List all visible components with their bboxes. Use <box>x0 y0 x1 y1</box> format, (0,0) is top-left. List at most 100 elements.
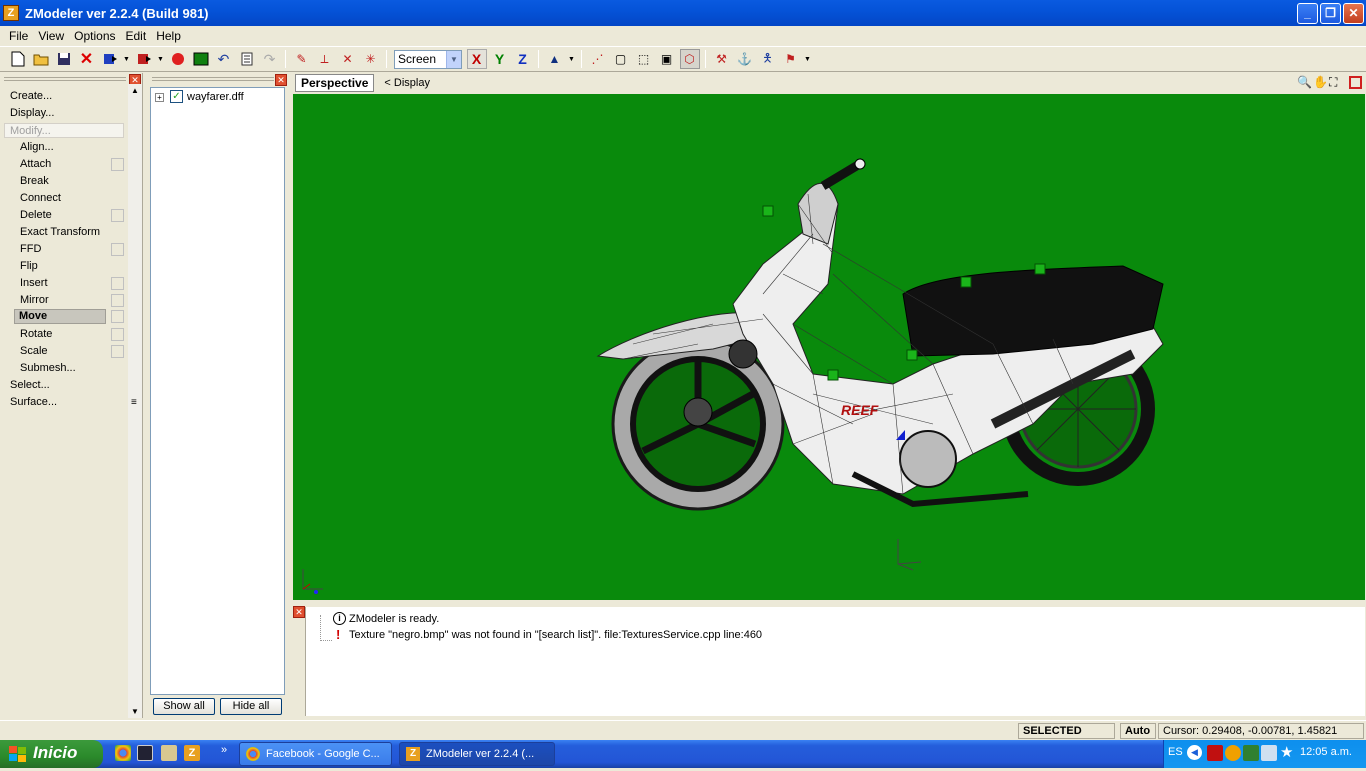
skeleton-icon[interactable]: ⚓ <box>735 49 755 69</box>
surface-command[interactable]: Surface... <box>0 394 128 411</box>
redo-icon[interactable]: ↷ <box>260 49 280 69</box>
start-button[interactable]: Inicio <box>0 740 103 768</box>
create-command[interactable]: Create... <box>0 88 128 105</box>
3d-viewport[interactable]: REEF <box>293 94 1365 600</box>
coordinate-space-select[interactable]: Screen ▼ <box>394 49 462 69</box>
command-panel-scrollbar[interactable]: ▲ ≡ ▼ <box>128 84 142 718</box>
log-output[interactable]: i ZModeler is ready. ! Texture "negro.bm… <box>305 607 1365 716</box>
save-icon[interactable] <box>54 49 74 69</box>
select-vertex-icon[interactable]: ⋰ <box>588 49 608 69</box>
language-indicator[interactable]: ES <box>1168 746 1183 758</box>
tree-item-file[interactable]: wayfarer.dff <box>187 91 244 103</box>
dropdown-arrow-icon[interactable]: ▼ <box>123 49 131 69</box>
option-checkbox[interactable] <box>111 328 124 341</box>
maximize-button[interactable]: ❐ <box>1320 3 1341 24</box>
star-tray-icon[interactable]: ★ <box>1280 743 1293 761</box>
axis-cross-icon[interactable]: ✕ <box>338 49 358 69</box>
render-icon[interactable] <box>191 49 211 69</box>
display-command[interactable]: Display... <box>0 105 128 122</box>
option-checkbox[interactable] <box>111 277 124 290</box>
zoom-extents-icon[interactable]: ⛶ <box>1329 75 1337 90</box>
dropdown-arrow-icon[interactable]: ▼ <box>804 49 812 69</box>
title-bar[interactable]: Z ZModeler ver 2.2.4 (Build 981) _ ❐ ✕ <box>0 0 1366 26</box>
axis-star-icon[interactable]: ✳ <box>361 49 381 69</box>
axis-gizmo-icon[interactable]: ⟂ <box>315 49 335 69</box>
option-checkbox[interactable] <box>111 209 124 222</box>
bones-icon[interactable]: ⚒ <box>712 49 732 69</box>
figure-icon[interactable]: 🯅 <box>758 49 778 69</box>
option-checkbox[interactable] <box>111 310 124 323</box>
connect-command[interactable]: Connect <box>0 190 128 207</box>
zmodeler-quicklaunch-icon[interactable]: Z <box>184 745 200 761</box>
display-link[interactable]: < Display <box>384 77 430 89</box>
axis-y-toggle[interactable]: Y <box>490 49 510 69</box>
select-object-icon[interactable]: ⬚ <box>634 49 654 69</box>
helpers-icon[interactable]: ⚑ <box>781 49 801 69</box>
menu-help[interactable]: Help <box>151 29 186 43</box>
menu-edit[interactable]: Edit <box>121 29 152 43</box>
option-checkbox[interactable] <box>111 243 124 256</box>
scroll-thumb[interactable]: ≡ <box>131 397 137 408</box>
auto-indicator[interactable]: Auto <box>1120 723 1156 739</box>
attach-command[interactable]: Attach <box>0 156 128 173</box>
close-icon[interactable]: ✕ <box>275 74 287 86</box>
quicklaunch-more-icon[interactable]: » <box>221 744 227 756</box>
pdf-tray-icon[interactable] <box>1207 745 1223 761</box>
update-tray-icon[interactable] <box>1225 745 1241 761</box>
select-brush-icon[interactable]: ✎ <box>292 49 312 69</box>
dropdown-arrow-icon[interactable]: ▼ <box>157 49 165 69</box>
visibility-checkbox[interactable]: ✓ <box>170 90 183 103</box>
minimize-button[interactable]: _ <box>1297 3 1318 24</box>
delete-icon[interactable]: ✕ <box>77 49 97 69</box>
hide-all-button[interactable]: Hide all <box>220 698 282 715</box>
close-icon[interactable]: ✕ <box>293 606 305 618</box>
scroll-up-icon[interactable]: ▲ <box>131 86 139 95</box>
import-icon[interactable] <box>100 49 120 69</box>
clock[interactable]: 12:05 a.m. <box>1300 746 1352 758</box>
flip-command[interactable]: Flip <box>0 258 128 275</box>
export-icon[interactable] <box>134 49 154 69</box>
break-command[interactable]: Break <box>0 173 128 190</box>
task-facebook-chrome[interactable]: Facebook - Google C... <box>239 742 392 766</box>
exact-transform-command[interactable]: Exact Transform <box>0 224 128 241</box>
new-file-icon[interactable] <box>8 49 28 69</box>
undo-icon[interactable]: ↶ <box>214 49 234 69</box>
zoom-icon[interactable]: 🔍 <box>1297 75 1312 89</box>
task-zmodeler[interactable]: Z ZModeler ver 2.2.4 (... <box>399 742 555 766</box>
folder-quicklaunch-icon[interactable] <box>161 745 177 761</box>
select-group-icon[interactable]: ▣ <box>657 49 677 69</box>
properties-icon[interactable] <box>237 49 257 69</box>
option-checkbox[interactable] <box>111 158 124 171</box>
show-hidden-icons-icon[interactable]: ◀ <box>1187 745 1202 760</box>
select-face-icon[interactable]: ▢ <box>611 49 631 69</box>
menu-view[interactable]: View <box>33 29 69 43</box>
app-quicklaunch-icon[interactable] <box>137 745 153 761</box>
ffd-command[interactable]: FFD <box>0 241 128 258</box>
submesh-command[interactable]: Submesh... <box>0 360 128 377</box>
expand-icon[interactable]: + <box>155 93 164 102</box>
scroll-down-icon[interactable]: ▼ <box>131 707 139 716</box>
viewport-tab-perspective[interactable]: Perspective <box>295 74 375 92</box>
show-all-button[interactable]: Show all <box>153 698 215 715</box>
pivot-icon[interactable]: ▲ <box>545 49 565 69</box>
display-tray-icon[interactable] <box>1261 745 1277 761</box>
align-command[interactable]: Align... <box>0 139 128 156</box>
open-folder-icon[interactable] <box>31 49 51 69</box>
menu-options[interactable]: Options <box>69 29 120 43</box>
zmodeler-app-icon[interactable]: Z <box>3 5 19 21</box>
select-command[interactable]: Select... <box>0 377 128 394</box>
menu-file[interactable]: File <box>4 29 33 43</box>
scene-tree[interactable]: + ✓ wayfarer.dff <box>150 87 285 695</box>
option-checkbox[interactable] <box>111 345 124 358</box>
pan-hand-icon[interactable]: ✋ <box>1313 75 1328 89</box>
chrome-quicklaunch-icon[interactable] <box>115 745 131 761</box>
modify-command[interactable]: Modify... <box>4 123 124 138</box>
mirror-command[interactable]: Mirror <box>0 292 128 309</box>
close-button[interactable]: ✕ <box>1343 3 1364 24</box>
network-tray-icon[interactable] <box>1243 745 1259 761</box>
record-icon[interactable] <box>168 49 188 69</box>
dropdown-arrow-icon[interactable]: ▼ <box>568 49 576 69</box>
rotate-command[interactable]: Rotate <box>0 326 128 343</box>
move-command[interactable]: Move <box>14 309 106 324</box>
option-checkbox[interactable] <box>111 294 124 307</box>
